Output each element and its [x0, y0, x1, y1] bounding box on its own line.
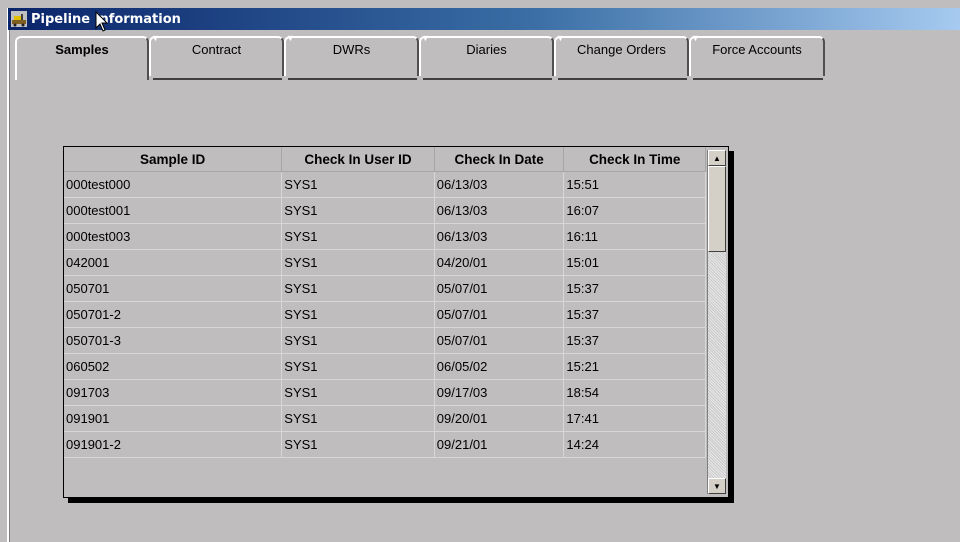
mouse-pointer-icon	[95, 11, 109, 32]
tab-label: Change Orders	[577, 42, 666, 57]
window-left-border	[7, 8, 10, 542]
cell-check-in-user-id[interactable]: SYS1	[281, 353, 435, 380]
cell-check-in-user-id[interactable]: SYS1	[281, 301, 435, 328]
cell-check-in-date[interactable]: 05/07/01	[434, 275, 565, 302]
cell-check-in-time[interactable]: 16:11	[563, 223, 706, 250]
cell-check-in-date[interactable]: 05/07/01	[434, 327, 565, 354]
cell-check-in-date[interactable]: 06/13/03	[434, 171, 565, 198]
cell-sample-id[interactable]: 060502	[64, 353, 283, 380]
col-header-check-in-date[interactable]: Check In Date	[434, 147, 565, 172]
tab-label: Force Accounts	[712, 42, 802, 57]
cell-check-in-date[interactable]: 05/07/01	[434, 301, 565, 328]
cell-sample-id[interactable]: 000test000	[64, 171, 283, 198]
tab-diaries[interactable]: ▼ Diaries	[419, 33, 554, 80]
table-row[interactable]: 042001 SYS1 04/20/01 15:01	[64, 249, 706, 276]
table-row[interactable]: 091901 SYS1 09/20/01 17:41	[64, 405, 706, 432]
table-row[interactable]: 091901-2 SYS1 09/21/01 14:24	[64, 431, 706, 458]
cell-sample-id[interactable]: 000test003	[64, 223, 283, 250]
table-row[interactable]: 000test000 SYS1 06/13/03 15:51	[64, 171, 706, 198]
cell-sample-id[interactable]: 091703	[64, 379, 283, 406]
tab-label: DWRs	[332, 42, 371, 57]
table-row[interactable]: 060502 SYS1 06/05/02 15:21	[64, 353, 706, 380]
cell-check-in-date[interactable]: 06/13/03	[434, 223, 565, 250]
table-row[interactable]: 050701-2 SYS1 05/07/01 15:37	[64, 301, 706, 328]
table-row[interactable]: 050701 SYS1 05/07/01 15:37	[64, 275, 706, 302]
tab-notch-icon: ▼	[286, 33, 295, 43]
table-row[interactable]: 050701-3 SYS1 05/07/01 15:37	[64, 327, 706, 354]
tab-notch-icon: ▼	[151, 33, 160, 43]
cell-check-in-time[interactable]: 17:41	[563, 405, 706, 432]
cell-sample-id[interactable]: 091901	[64, 405, 283, 432]
samples-grid: Sample ID Check In User ID Check In Date…	[64, 147, 706, 458]
tab-label: Diaries	[466, 42, 507, 57]
cell-check-in-time[interactable]: 14:24	[563, 431, 706, 458]
pipeline-app-icon	[11, 11, 27, 27]
cell-check-in-time[interactable]: 15:51	[563, 171, 706, 198]
scroll-thumb[interactable]	[708, 166, 726, 252]
samples-table: Sample ID Check In User ID Check In Date…	[63, 146, 729, 498]
tab-notch-icon: ▼	[691, 33, 700, 43]
tab-dwrs[interactable]: ▼ DWRs	[284, 33, 419, 80]
col-header-check-in-time[interactable]: Check In Time	[563, 147, 706, 172]
scroll-down-arrow-icon: ▼	[713, 481, 721, 491]
scroll-up-button[interactable]: ▲	[708, 150, 726, 166]
cell-check-in-time[interactable]: 15:01	[563, 249, 706, 276]
cell-check-in-time[interactable]: 15:37	[563, 327, 706, 354]
vertical-scrollbar[interactable]: ▲ ▼	[707, 150, 726, 494]
cell-sample-id[interactable]: 050701	[64, 275, 283, 302]
cell-check-in-user-id[interactable]: SYS1	[281, 327, 435, 354]
table-row[interactable]: 000test001 SYS1 06/13/03 16:07	[64, 197, 706, 224]
tab-strip: Samples ▼ Contract ▼ DWRs ▼ Diaries ▼ Ch…	[15, 33, 825, 80]
tab-change-orders[interactable]: ▼ Change Orders	[554, 33, 689, 80]
cell-sample-id[interactable]: 050701-3	[64, 327, 283, 354]
tab-contract[interactable]: ▼ Contract	[149, 33, 284, 80]
cell-check-in-date[interactable]: 06/13/03	[434, 197, 565, 224]
cell-check-in-user-id[interactable]: SYS1	[281, 223, 435, 250]
cell-check-in-user-id[interactable]: SYS1	[281, 275, 435, 302]
table-row[interactable]: 000test003 SYS1 06/13/03 16:11	[64, 223, 706, 250]
cell-check-in-time[interactable]: 18:54	[563, 379, 706, 406]
tab-notch-icon: ▼	[421, 33, 430, 43]
cell-sample-id[interactable]: 050701-2	[64, 301, 283, 328]
col-header-sample-id[interactable]: Sample ID	[64, 147, 283, 172]
cell-check-in-user-id[interactable]: SYS1	[281, 431, 435, 458]
cell-check-in-time[interactable]: 16:07	[563, 197, 706, 224]
scroll-up-arrow-icon: ▲	[713, 153, 721, 163]
cell-check-in-date[interactable]: 09/21/01	[434, 431, 565, 458]
cell-check-in-user-id[interactable]: SYS1	[281, 171, 435, 198]
cell-check-in-date[interactable]: 09/20/01	[434, 405, 565, 432]
tab-label: Samples	[55, 42, 109, 57]
tab-samples[interactable]: Samples	[15, 36, 149, 80]
table-row[interactable]: 091703 SYS1 09/17/03 18:54	[64, 379, 706, 406]
tab-notch-icon: ▼	[556, 33, 565, 43]
title-bar[interactable]: Pipeline Information	[8, 8, 960, 30]
cell-sample-id[interactable]: 091901-2	[64, 431, 283, 458]
cell-check-in-date[interactable]: 09/17/03	[434, 379, 565, 406]
cell-check-in-time[interactable]: 15:21	[563, 353, 706, 380]
cell-check-in-user-id[interactable]: SYS1	[281, 405, 435, 432]
tab-force-accounts[interactable]: ▼ Force Accounts	[689, 33, 825, 80]
cell-check-in-user-id[interactable]: SYS1	[281, 197, 435, 224]
cell-check-in-user-id[interactable]: SYS1	[281, 249, 435, 276]
cell-check-in-time[interactable]: 15:37	[563, 301, 706, 328]
cell-check-in-date[interactable]: 04/20/01	[434, 249, 565, 276]
cell-check-in-time[interactable]: 15:37	[563, 275, 706, 302]
cell-sample-id[interactable]: 000test001	[64, 197, 283, 224]
tab-label: Contract	[191, 42, 242, 57]
cell-check-in-user-id[interactable]: SYS1	[281, 379, 435, 406]
header-row: Sample ID Check In User ID Check In Date…	[64, 147, 706, 172]
scroll-down-button[interactable]: ▼	[708, 478, 726, 494]
cell-check-in-date[interactable]: 06/05/02	[434, 353, 565, 380]
cell-sample-id[interactable]: 042001	[64, 249, 283, 276]
col-header-check-in-user-id[interactable]: Check In User ID	[281, 147, 435, 172]
